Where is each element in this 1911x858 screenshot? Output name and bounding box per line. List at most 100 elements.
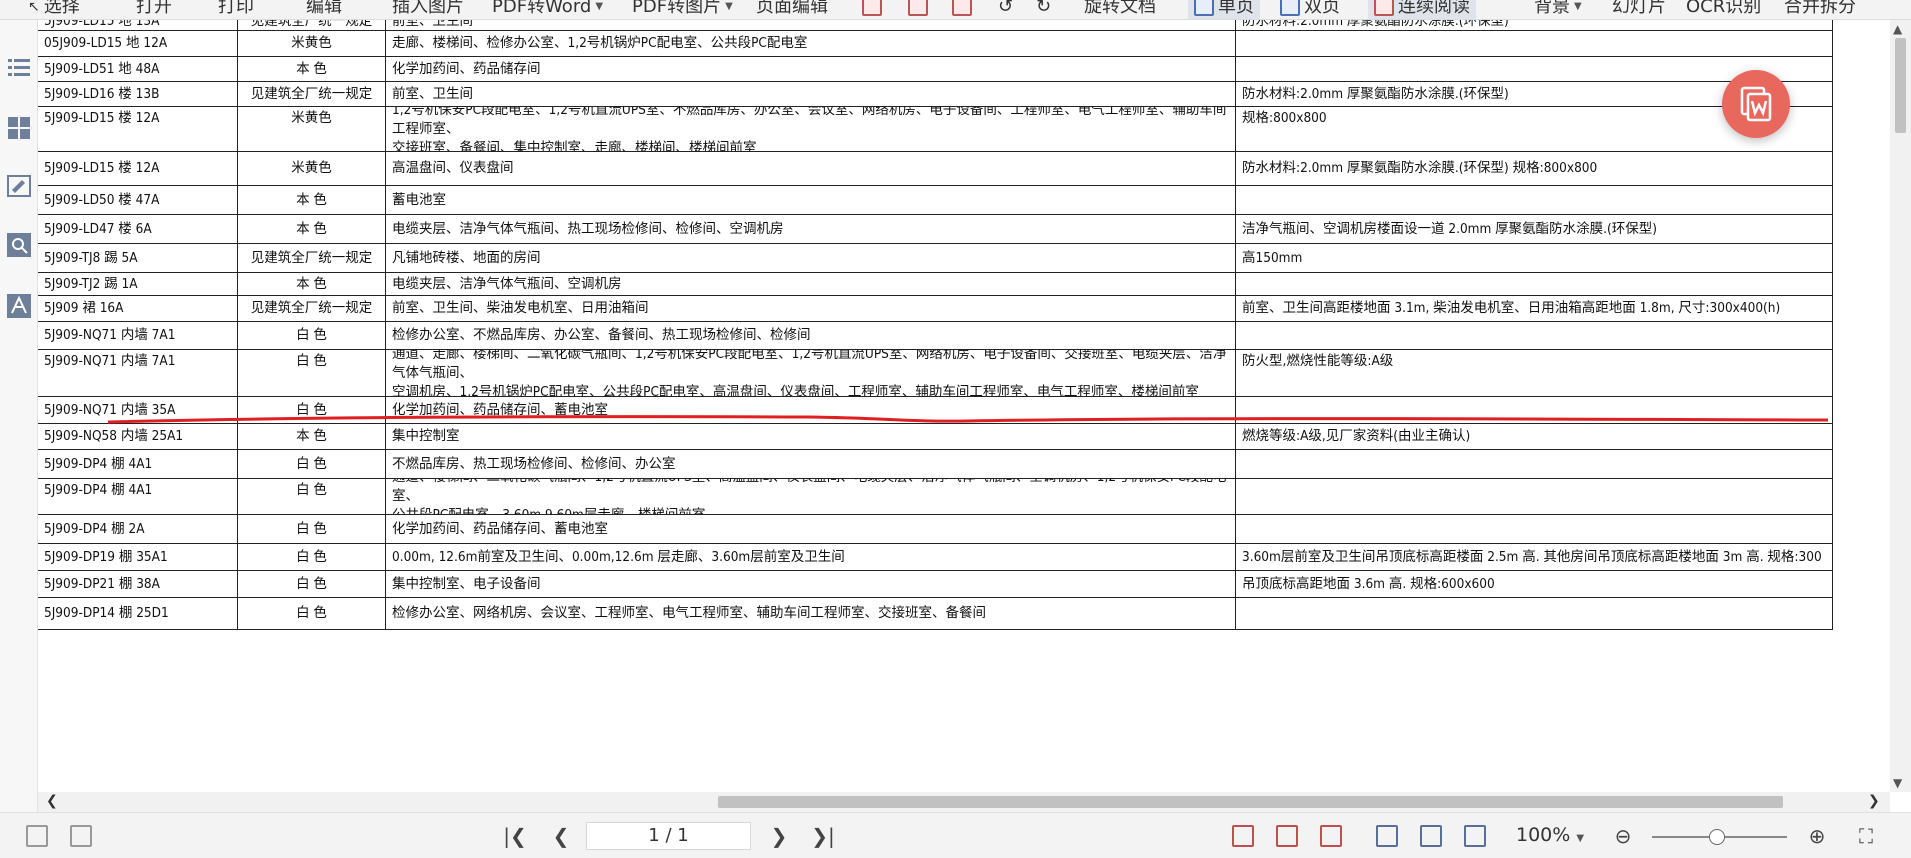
color-cell: 白 色 [238, 515, 386, 543]
table-row: 5J909-DP14 棚 25D1 白 色检修办公室、网络机房、会议室、工程师室、… [38, 598, 1833, 630]
ocr-button[interactable]: OCR识别 [1686, 0, 1761, 19]
scroll-left-icon[interactable]: ❮ [46, 793, 58, 809]
table-row: 5J909-NQ71 内墙 7A1 白 色通道、走廊、楼梯间、二氧化碳气瓶间、1,… [38, 350, 1833, 397]
zoom-in-button[interactable]: ⊕ [1804, 824, 1830, 848]
area-cell: 高温盘间、仪表盘间 [386, 152, 1236, 185]
rotate-right-icon: ↻ [1036, 0, 1052, 17]
first-page-button[interactable]: |❮ [502, 824, 528, 848]
page-tool-2-button[interactable] [908, 0, 928, 19]
slideshow-button[interactable]: 幻灯片 [1612, 0, 1666, 19]
insert-image-button[interactable]: 插入图片 [392, 0, 464, 19]
spec-code-cell: 5J909-LD15 地 13A [38, 20, 238, 30]
table-row: 5J909-DP21 棚 38A 白 色集中控制室、电子设备间 吊顶底标高距地面 3… [38, 571, 1833, 598]
signature-button[interactable] [5, 292, 33, 320]
insert-page-icon [862, 0, 882, 16]
next-page-button[interactable]: ❯ [766, 824, 792, 848]
print-button[interactable]: 打印 [218, 0, 254, 19]
table-row: 5J909-DP4 棚 4A1 白 色不燃品库房、热工现场检修间、检修间、办公室 [38, 450, 1833, 479]
fullscreen-button[interactable]: ⛶ [1853, 824, 1879, 848]
word-convert-icon [1740, 86, 1772, 122]
table-row: 5J909-LD50 楼 47A 本 色蓄电池室 [38, 186, 1833, 215]
next-page-icon: ❯ [770, 824, 788, 848]
table-row: 5J909 裙 16A 见建筑全厂统一规定 前室、卫生间、柴油发电机室、日用油箱间前… [38, 296, 1833, 322]
scroll-up-icon[interactable]: ▲ [1893, 22, 1902, 36]
area-cell: 集中控制室 [386, 424, 1236, 449]
horizontal-scroll-thumb[interactable] [718, 796, 1783, 808]
spec-code-cell: 5J909-NQ71 内墙 7A1 [38, 350, 238, 396]
color-cell: 本 色 [238, 424, 386, 449]
note-cell: 3.60m层前室及卫生间吊顶底标高距楼面 2.5m 高. 其他房间吊顶底标高距楼… [1236, 544, 1833, 570]
note-cell: 防火型,燃烧性能等级:A级 [1236, 350, 1833, 396]
table-row: 5J909-NQ58 内墙 25A1 本 色集中控制室 燃烧等级:A级,见厂家资料(… [38, 424, 1833, 450]
extract-page-icon [952, 0, 972, 16]
rotate-document-button[interactable]: 旋转文档 [1084, 0, 1156, 19]
spec-code-cell: 5J909-LD50 楼 47A [38, 186, 238, 214]
horizontal-scrollbar[interactable]: ❮ ❯ [38, 792, 1890, 812]
fit-width-button[interactable] [1318, 824, 1344, 848]
note-cell [1236, 31, 1833, 56]
pdf-to-word-button[interactable]: PDF转Word ▼ [492, 0, 604, 19]
single-page-button[interactable]: 单页 [1188, 0, 1260, 19]
area-cell: 前室、卫生间、柴油发电机室、日用油箱间 [386, 296, 1236, 321]
pdf-to-word-float-button[interactable] [1722, 70, 1790, 138]
spec-code-cell: 5J909-TJ2 踢 1A [38, 273, 238, 295]
edit-button[interactable]: 编辑 [306, 0, 342, 19]
fit-page-button[interactable] [1274, 824, 1300, 848]
zoom-select[interactable]: 100% ▼ [1516, 824, 1584, 846]
area-cell: 蓄电池室 [386, 186, 1236, 214]
rotate-right-button[interactable]: ↻ [1036, 0, 1052, 19]
rotate-left-icon: ↺ [998, 0, 1014, 17]
forward-button[interactable] [68, 824, 94, 848]
double-view-button[interactable] [1418, 824, 1444, 848]
color-cell: 见建筑全厂统一规定 [238, 20, 386, 30]
single-page-view-button[interactable] [1230, 824, 1256, 848]
background-button[interactable]: 背景 ▼ [1534, 0, 1582, 19]
open-button[interactable]: 打开 [136, 0, 172, 19]
scroll-right-icon[interactable]: ❯ [1868, 793, 1880, 809]
double-page-button[interactable]: 双页 [1280, 0, 1340, 19]
zoom-out-button[interactable]: ⊖ [1610, 824, 1636, 848]
scroll-down-icon[interactable]: ▼ [1893, 776, 1902, 790]
area-cell: 1,2号机保安PC段配电室、1,2号机直流UPS室、不燃品库房、办公室、会议室、… [386, 107, 1236, 151]
continuous-read-button[interactable]: 连续阅读 [1368, 0, 1476, 19]
note-cell [1236, 598, 1833, 629]
merge-split-button[interactable]: 合并拆分 [1784, 0, 1856, 19]
last-page-button[interactable]: ❯| [810, 824, 836, 848]
annotation-button[interactable] [5, 172, 33, 200]
page-edit-button[interactable]: 页面编辑 [756, 0, 828, 19]
vertical-scroll-thumb[interactable] [1895, 38, 1906, 133]
vertical-scrollbar[interactable]: ▲ ▼ [1890, 20, 1911, 792]
spec-code-cell: 5J909-TJ8 踢 5A [38, 244, 238, 272]
chevron-down-icon: ▼ [595, 1, 604, 12]
thumbnails-button[interactable] [5, 114, 33, 142]
search-icon [7, 233, 31, 257]
pdf-to-image-button[interactable]: PDF转图片 ▼ [632, 0, 733, 19]
book-view-button[interactable] [1462, 824, 1488, 848]
back-button[interactable] [24, 824, 50, 848]
spec-code-cell: 5J909-NQ71 内墙 35A [38, 397, 238, 423]
fit-width-icon [1320, 825, 1342, 847]
continuous-view-button[interactable] [1374, 824, 1400, 848]
zoom-slider-handle[interactable] [1709, 829, 1725, 845]
page-tool-3-button[interactable] [952, 0, 972, 19]
search-button[interactable] [5, 231, 33, 259]
page-number-input[interactable]: 1 / 1 [586, 822, 751, 850]
color-cell: 本 色 [238, 186, 386, 214]
table-row: 5J909-LD47 楼 6A 本 色电缆夹层、洁净气体气瓶间、热工现场检修间、检… [38, 215, 1833, 244]
rotate-left-button[interactable]: ↺ [998, 0, 1014, 19]
table-row: 5J909-LD51 地 48A 本 色化学加药间、药品储存间 [38, 57, 1833, 82]
color-cell: 米黄色 [238, 31, 386, 56]
table-row: 5J909-DP19 棚 35A1 白 色 0.00m, 12.6m前室及卫生间、0… [38, 544, 1833, 571]
select-tool-button[interactable]: ↖ 选择 [28, 0, 80, 19]
page-tool-1-button[interactable] [862, 0, 882, 19]
table-row: 5J909-DP4 棚 4A1白 色通道、楼梯间、二氧化碳气瓶间、1,2号机直流… [38, 479, 1833, 515]
spec-code-cell: 5J909-DP21 棚 38A [38, 571, 238, 597]
table-row: 5J909-LD15 楼 12A 米黄色 高温盘间、仪表盘间 防水材料:2.0mm 厚… [38, 152, 1833, 186]
prev-page-button[interactable]: ❮ [548, 824, 574, 848]
table-row: 5J909-NQ71 内墙 7A1 白 色检修办公室、不燃品库房、办公室、备餐间、… [38, 322, 1833, 350]
area-cell: 通道、走廊、楼梯间、二氧化碳气瓶间、1,2号机保安PC段配电室、1,2号机直流U… [386, 350, 1236, 396]
area-cell: 通道、楼梯间、二氧化碳气瓶间、1,2号机直流UPS室、高温盘间、仪表盘间、电缆夹… [386, 479, 1236, 514]
area-cell: 检修办公室、不燃品库房、办公室、备餐间、热工现场检修间、检修间 [386, 322, 1236, 349]
table-row: 5J909-TJ8 踢 5A 见建筑全厂统一规定 凡铺地砖楼、地面的房间 高150mm [38, 244, 1833, 273]
outline-button[interactable] [5, 54, 33, 82]
